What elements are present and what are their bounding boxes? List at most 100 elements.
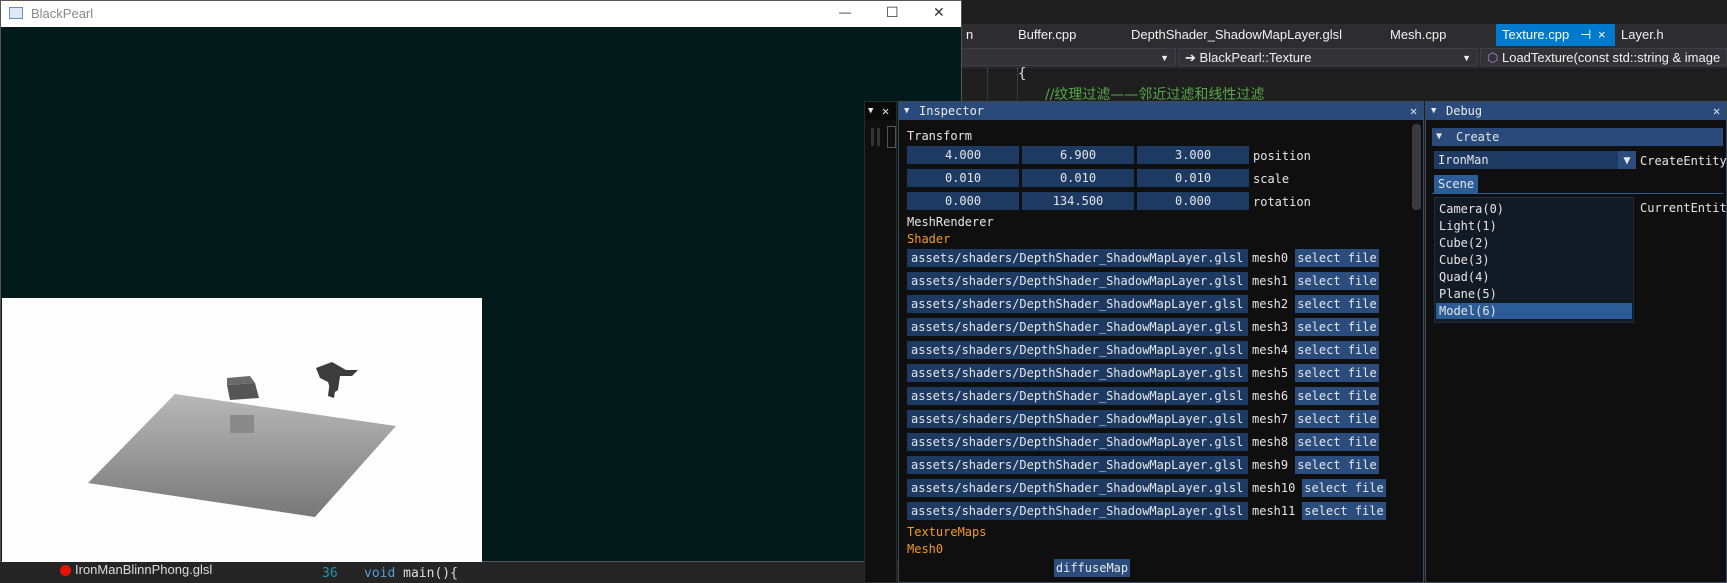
position-x-input[interactable]: 4.000 (907, 146, 1019, 164)
tab-scene[interactable]: Scene (1434, 175, 1478, 193)
select-file-button[interactable]: select file (1302, 502, 1386, 520)
select-file-button[interactable]: select file (1295, 387, 1379, 405)
project-dropdown[interactable]: ▼ (960, 48, 1176, 66)
position-z-input[interactable]: 3.000 (1137, 146, 1249, 164)
scrollbar[interactable] (887, 126, 896, 148)
rotation-z-input[interactable]: 0.000 (1137, 192, 1249, 210)
code-editor[interactable]: { //纹理过滤——邻近过滤和线性过滤 (960, 66, 1727, 104)
select-file-button[interactable]: select file (1295, 341, 1379, 359)
scrollbar-thumb[interactable] (1412, 124, 1421, 210)
shader-path-input[interactable]: assets/shaders/DepthShader_ShadowMapLaye… (907, 272, 1248, 290)
shader-header: Shader (907, 232, 951, 246)
scale-z-input[interactable]: 0.010 (1137, 169, 1249, 187)
panel-title: Inspector (919, 104, 985, 118)
shader-path-input[interactable]: assets/shaders/DepthShader_ShadowMapLaye… (907, 479, 1248, 497)
collapse-arrow-icon[interactable]: ▼ (868, 102, 873, 120)
shader-path-input[interactable]: assets/shaders/DepthShader_ShadowMapLaye… (907, 433, 1248, 451)
debug-titlebar[interactable]: ▼ Debug ✕ (1426, 102, 1726, 120)
ide-tab[interactable]: n (960, 24, 979, 46)
inspector-panel: ▼ Inspector ✕ Transform 4.000 6.900 3.00… (898, 101, 1424, 583)
shader-path-input[interactable]: assets/shaders/DepthShader_ShadowMapLaye… (907, 295, 1248, 313)
meshrenderer-header: MeshRenderer (907, 215, 994, 229)
member-dropdown[interactable]: ⬡ LoadTexture(const std::string & image (1480, 48, 1727, 66)
position-label: position (1253, 149, 1311, 163)
method-icon: ⬡ (1487, 50, 1499, 65)
scale-x-input[interactable]: 0.010 (907, 169, 1019, 187)
select-file-button[interactable]: select file (1295, 456, 1379, 474)
shader-row: assets/shaders/DepthShader_ShadowMapLaye… (899, 479, 1425, 497)
collapse-arrow-icon[interactable]: ▼ (904, 102, 909, 120)
rotation-y-input[interactable]: 134.500 (1022, 192, 1134, 210)
ide-tab-label: Buffer.cpp (1018, 27, 1077, 42)
close-button[interactable]: ✕ (933, 4, 945, 21)
list-item[interactable]: Quad(4) (1436, 269, 1632, 285)
ide-tab-label: Texture.cpp (1502, 27, 1570, 42)
collapse-arrow-icon[interactable]: ▼ (1431, 102, 1436, 120)
create-header-label: Create (1456, 130, 1500, 144)
pin-icon[interactable]: ⊣ (1580, 24, 1591, 46)
shader-row: assets/shaders/DepthShader_ShadowMapLaye… (899, 295, 1425, 313)
shader-path-input[interactable]: assets/shaders/DepthShader_ShadowMapLaye… (907, 502, 1248, 520)
list-item[interactable]: Cube(3) (1436, 252, 1632, 268)
ide-navigation-bar: ▼ ➔ BlackPearl::Texture ▼ ⬡ LoadTexture(… (960, 46, 1727, 68)
list-item[interactable]: Camera(0) (1436, 201, 1632, 217)
chevron-down-icon[interactable]: ▼ (1618, 151, 1636, 169)
select-file-button[interactable]: select file (1302, 479, 1386, 497)
ide-tab[interactable]: DepthShader_ShadowMapLayer.glsl (1125, 24, 1348, 46)
select-file-button[interactable]: select file (1295, 364, 1379, 382)
panel-title: Debug (1446, 104, 1483, 118)
select-file-button[interactable]: select file (1295, 318, 1379, 336)
rotation-x-input[interactable]: 0.000 (907, 192, 1019, 210)
window-titlebar[interactable]: BlackPearl — ☐ ✕ (1, 1, 961, 27)
ironman-model (316, 362, 358, 398)
entity-type-select[interactable]: IronMan (1434, 151, 1618, 169)
list-item[interactable]: Cube(2) (1436, 235, 1632, 251)
scene-viewport[interactable] (2, 298, 482, 562)
diffuse-map-button[interactable]: diffuseMap (1054, 559, 1130, 577)
create-header[interactable]: ▼ Create (1432, 128, 1723, 146)
ide-tab[interactable]: Layer.h (1615, 24, 1670, 46)
mesh-label: mesh6 (1252, 389, 1289, 403)
shader-path-input[interactable]: assets/shaders/DepthShader_ShadowMapLaye… (907, 387, 1248, 405)
expand-arrow-icon: ▼ (1436, 131, 1443, 142)
maximize-button[interactable]: ☐ (886, 4, 899, 21)
minimize-button[interactable]: — (839, 5, 851, 19)
close-icon[interactable]: ✕ (1410, 102, 1417, 120)
mesh-label: mesh10 (1252, 481, 1296, 495)
ide-tab[interactable]: Buffer.cpp (1012, 24, 1082, 46)
select-file-button[interactable]: select file (1295, 410, 1379, 428)
shader-path-input[interactable]: assets/shaders/DepthShader_ShadowMapLaye… (907, 410, 1248, 428)
shader-path-input[interactable]: assets/shaders/DepthShader_ShadowMapLaye… (907, 249, 1248, 267)
chevron-down-icon: ▼ (1462, 53, 1471, 63)
code-brace: { (1018, 66, 1027, 82)
list-item-selected[interactable]: Model(6) (1436, 303, 1632, 319)
scope-dropdown[interactable]: ➔ BlackPearl::Texture ▼ (1178, 48, 1478, 66)
tab-underline (1432, 193, 1723, 194)
solution-file-item[interactable]: IronManBlinnPhong.glsl (75, 562, 212, 577)
close-icon[interactable]: ✕ (1713, 102, 1720, 120)
ide-tab-active[interactable]: Texture.cpp ⊣ × (1496, 24, 1615, 46)
select-file-button[interactable]: select file (1295, 295, 1379, 313)
ide-tab[interactable]: Mesh.cpp (1384, 24, 1452, 46)
select-file-button[interactable]: select file (1295, 433, 1379, 451)
position-y-input[interactable]: 6.900 (1022, 146, 1134, 164)
close-icon[interactable]: × (1598, 24, 1606, 46)
shader-path-input[interactable]: assets/shaders/DepthShader_ShadowMapLaye… (907, 318, 1248, 336)
code-text: main(){ (395, 566, 458, 581)
select-file-button[interactable]: select file (1295, 249, 1379, 267)
rotation-label: rotation (1253, 195, 1311, 209)
mesh-label: mesh1 (1252, 274, 1289, 288)
shader-path-input[interactable]: assets/shaders/DepthShader_ShadowMapLaye… (907, 341, 1248, 359)
scene-render (88, 362, 396, 517)
inspector-titlebar[interactable]: ▼ Inspector ✕ (899, 102, 1423, 120)
member-label: LoadTexture(const std::string & image (1501, 50, 1721, 65)
scale-y-input[interactable]: 0.010 (1022, 169, 1134, 187)
close-icon[interactable]: ✕ (882, 102, 889, 120)
list-item[interactable]: Plane(5) (1436, 286, 1632, 302)
create-entity-label: CreateEntity (1640, 154, 1727, 168)
shader-path-input[interactable]: assets/shaders/DepthShader_ShadowMapLaye… (907, 364, 1248, 382)
shader-path-input[interactable]: assets/shaders/DepthShader_ShadowMapLaye… (907, 456, 1248, 474)
entity-listbox[interactable]: Camera(0) Light(1) Cube(2) Cube(3) Quad(… (1434, 197, 1634, 323)
list-item[interactable]: Light(1) (1436, 218, 1632, 234)
select-file-button[interactable]: select file (1295, 272, 1379, 290)
